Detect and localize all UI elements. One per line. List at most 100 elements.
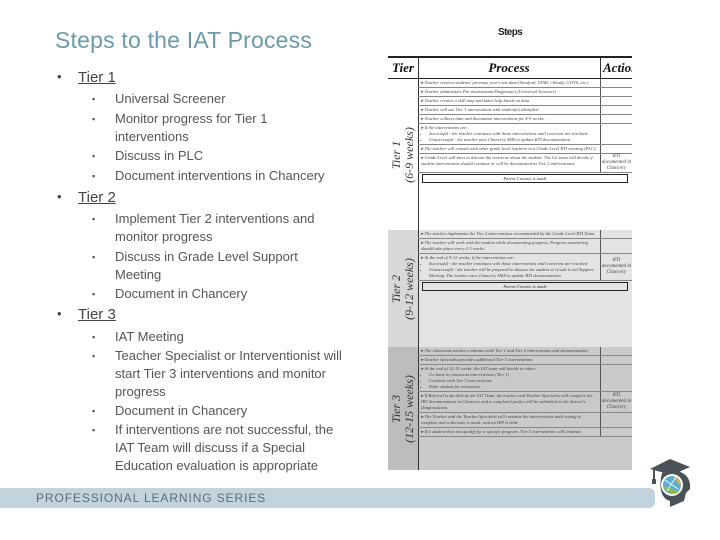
bullet-icon: •	[57, 306, 62, 321]
table-row: ▸ The teacher will work with the student…	[418, 239, 632, 254]
table-row: ▸ If a student does not qualify for a sp…	[418, 428, 632, 437]
tier-rows: ▸ The classroom teacher continues with T…	[418, 347, 632, 437]
square-bullet-icon: ▪	[92, 351, 96, 361]
process-text: The teacher will consult with other grad…	[424, 146, 597, 151]
outline-tier-label: Tier 3	[78, 306, 116, 323]
process-cell: ▸ Teacher administers Pre-assessments/Di…	[418, 88, 601, 96]
process-cell: ▸ At the end of 12-15 weeks, the IAT tea…	[418, 365, 601, 391]
action-cell	[601, 106, 632, 114]
tier-label-cell: Tier 1 (6-9 weeks)	[388, 79, 419, 230]
bullet-icon: •	[57, 69, 62, 84]
tier-label: Tier 3	[389, 394, 403, 423]
table-header: Tier Process Action	[388, 58, 632, 79]
process-text: At the end of 9-12 weeks, if the interve…	[424, 255, 515, 260]
table-row: ▸ Teacher collects data and documents in…	[418, 115, 632, 124]
square-bullet-icon: ▪	[92, 425, 96, 435]
square-bullet-icon: ▪	[92, 171, 96, 181]
process-text: Grade Level will meet to discuss the con…	[421, 155, 593, 166]
process-text: The teacher will work with the student w…	[421, 240, 588, 251]
tier-label: Tier 2	[389, 274, 403, 303]
action-cell	[601, 115, 632, 123]
process-cell: ▸ Teacher Specialist provides additional…	[418, 356, 601, 364]
process-cell: ▸ The teacher will consult with other gr…	[418, 145, 601, 153]
square-bullet-icon: ▪	[92, 114, 96, 124]
tier-section-1: Tier 1 (6-9 weeks) ▸ Teacher reviews stud…	[388, 79, 632, 231]
header-action: Action	[603, 60, 632, 75]
process-cell: ▸ Teacher creates a skill map and takes …	[418, 97, 601, 105]
square-bullet-icon: ▪	[92, 214, 96, 224]
process-cell: ▸ Teacher collects data and documents in…	[418, 115, 601, 123]
process-cell: ▸ The Teacher and the Teacher Specialist…	[418, 413, 601, 427]
tier-rows: ▸ Teacher reviews students' previous yea…	[418, 79, 632, 184]
action-cell: RTI documented in Chancery	[601, 393, 632, 410]
square-bullet-icon: ▪	[92, 289, 96, 299]
process-cell: ▸ The teacher implements the Tier 2 inte…	[418, 230, 601, 238]
tier-section-2: Tier 2 (9-12 weeks) ▸ The teacher impleme…	[388, 230, 632, 348]
action-cell	[601, 365, 632, 391]
table-row: ▸ If Referral is decided by the IAT Team…	[418, 392, 632, 413]
square-bullet-icon: ▪	[92, 94, 96, 104]
square-bullet-icon: ▪	[92, 332, 96, 342]
square-bullet-icon: ▪	[92, 406, 96, 416]
process-cell: ▸ If Referral is decided by the IAT Team…	[418, 392, 601, 412]
process-text: Teacher will use Tier 1 interventions wi…	[424, 107, 539, 112]
process-cell: ▸ The classroom teacher continues with T…	[418, 347, 601, 355]
table-row: ▸ Teacher Specialist provides additional…	[418, 356, 632, 365]
tier-label-cell: Tier 2 (9-12 weeks)	[388, 230, 419, 347]
footer-text: PROFESSIONAL LEARNING SERIES	[36, 491, 267, 505]
tier-duration: (12-15 weeks)	[402, 374, 416, 443]
slide-title: Steps to the IAT Process	[55, 27, 313, 53]
table-row: ▸ Teacher administers Pre-assessments/Di…	[418, 88, 632, 97]
process-cell: ▸ Teacher will use Tier 1 interventions …	[418, 106, 601, 114]
outline-tier-label: Tier 1	[78, 69, 116, 86]
action-cell	[601, 230, 632, 238]
action-cell	[601, 79, 632, 87]
header-tier: Tier	[388, 58, 419, 78]
table-row: ▸ Grade Level will meet to discuss the c…	[418, 154, 632, 173]
process-text: Teacher collects data and documents inte…	[424, 116, 545, 121]
tier-rows: ▸ The teacher implements the Tier 2 inte…	[418, 230, 632, 292]
table-row: ▸ At the end of 12-15 weeks, the IAT tea…	[418, 365, 632, 392]
action-cell	[601, 145, 632, 153]
parent-contact-row: Parent Contact is made	[422, 174, 628, 183]
process-text: At the end of 12-15 weeks, the IAT team …	[424, 366, 537, 371]
footer-bar: PROFESSIONAL LEARNING SERIES	[0, 488, 655, 508]
sub-item: Refer student for evaluation	[429, 384, 597, 390]
square-bullet-icon: ▪	[92, 151, 96, 161]
graduation-cap-head-globe-icon	[650, 459, 691, 507]
action-cell	[601, 97, 632, 105]
sub-list: Successful - the teacher continues with …	[421, 131, 597, 143]
process-cell: ▸ Grade Level will meet to discuss the c…	[418, 154, 601, 172]
square-bullet-icon: ▪	[92, 252, 96, 262]
sub-item: Unsuccessful - the teacher uses Chancery…	[429, 137, 597, 143]
table-row: ▸ Teacher reviews students' previous yea…	[418, 79, 632, 88]
process-text: If Referral is decided by the IAT Team, …	[421, 393, 593, 410]
table-row: ▸ At the end of 9-12 weeks, if the inter…	[418, 254, 632, 281]
sub-item: Unsuccessful - the teacher will be prepa…	[429, 267, 597, 279]
process-text: The teacher implements the Tier 2 interv…	[424, 231, 596, 236]
action-cell	[601, 239, 632, 253]
action-cell: RTI documented in Chancery	[601, 154, 632, 171]
table-row: ▸ The Teacher and the Teacher Specialist…	[418, 413, 632, 428]
table-row: ▸ The teacher implements the Tier 2 inte…	[418, 230, 632, 239]
table-row: ▸ The classroom teacher continues with T…	[418, 347, 632, 356]
process-table: Tier Process Action Tier 1(6-9 weeks) ▸ …	[388, 56, 632, 470]
tier-label: Tier 1	[389, 140, 403, 169]
action-cell	[601, 88, 632, 96]
action-cell	[601, 356, 632, 364]
table-row: ▸ If the interventions are:Successful - …	[418, 124, 632, 145]
parent-contact-row: Parent Contact is made	[422, 282, 628, 291]
table-row: ▸ The teacher will consult with other gr…	[418, 145, 632, 154]
process-cell: ▸ The teacher will work with the student…	[418, 239, 601, 253]
process-cell: ▸ At the end of 9-12 weeks, if the inter…	[418, 254, 601, 280]
tier-label-cell: Tier 3 (12-15 weeks)	[388, 347, 419, 470]
process-cell: ▸ If a student does not qualify for a sp…	[418, 428, 601, 436]
header-process: Process	[418, 58, 601, 78]
action-cell	[601, 428, 632, 436]
tier-section-3: Tier 3 (12-15 weeks) ▸ The classroom teac…	[388, 347, 632, 470]
sub-list: Go back to classroom interventions (Tier…	[421, 372, 597, 390]
table-row: ▸ Teacher will use Tier 1 interventions …	[418, 106, 632, 115]
process-text: Teacher reviews students' previous year'…	[424, 80, 589, 85]
action-cell	[601, 124, 632, 144]
process-text: The Teacher and the Teacher Specialist w…	[421, 414, 581, 425]
